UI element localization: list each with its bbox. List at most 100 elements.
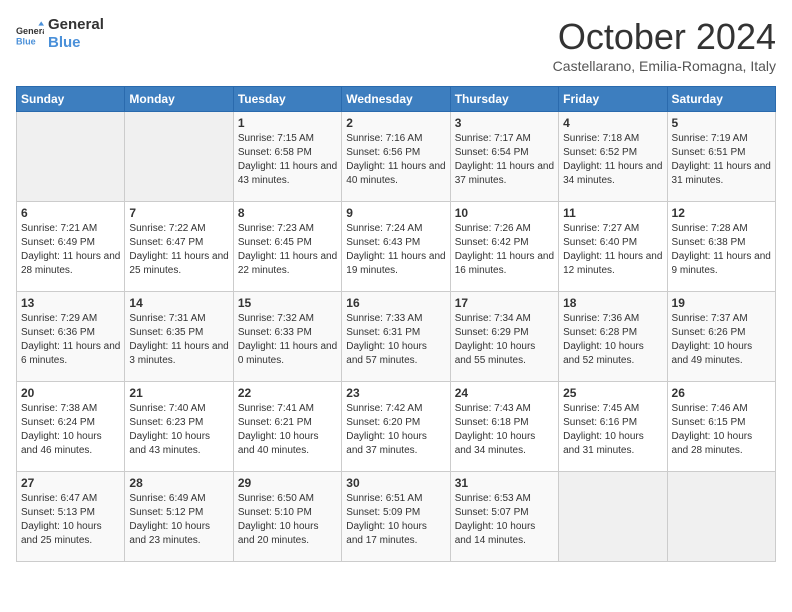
week-row-2: 6Sunrise: 7:21 AM Sunset: 6:49 PM Daylig… (17, 202, 776, 292)
header-monday: Monday (125, 87, 233, 112)
calendar-cell: 6Sunrise: 7:21 AM Sunset: 6:49 PM Daylig… (17, 202, 125, 292)
calendar-cell: 11 Sunrise: 7:27 AM Sunset: 6:40 PM Dayli… (559, 202, 667, 292)
day-number: 27 (21, 476, 120, 490)
calendar-cell: 23 Sunrise: 7:42 AM Sunset: 6:20 PM Dayli… (342, 382, 450, 472)
day-number: 5 (672, 116, 771, 130)
page-header: General Blue General Blue October 2024 C… (16, 16, 776, 74)
calendar-cell: 26 Sunrise: 7:46 AM Sunset: 6:15 PM Dayli… (667, 382, 775, 472)
calendar-cell: 12 Sunrise: 7:28 AM Sunset: 6:38 PM Dayli… (667, 202, 775, 292)
day-info: Sunrise: 7:46 AM Sunset: 6:15 PM Dayligh… (672, 402, 771, 458)
day-number: 19 (672, 296, 771, 310)
day-info: Sunrise: 7:16 AM Sunset: 6:56 PM Dayligh… (346, 132, 445, 188)
svg-text:Blue: Blue (16, 37, 36, 47)
day-number: 9 (346, 206, 445, 220)
day-info: Sunrise: 7:18 AM Sunset: 6:52 PM Dayligh… (563, 132, 662, 188)
calendar-cell: 25 Sunrise: 7:45 AM Sunset: 6:16 PM Dayli… (559, 382, 667, 472)
week-row-4: 20 Sunrise: 7:38 AM Sunset: 6:24 PM Dayli… (17, 382, 776, 472)
day-number: 23 (346, 386, 445, 400)
calendar-cell: 16 Sunrise: 7:33 AM Sunset: 6:31 PM Dayli… (342, 292, 450, 382)
day-number: 2 (346, 116, 445, 130)
day-info: Sunrise: 6:47 AM Sunset: 5:13 PM Dayligh… (21, 492, 120, 548)
day-info: Sunrise: 6:53 AM Sunset: 5:07 PM Dayligh… (455, 492, 554, 548)
week-row-3: 13 Sunrise: 7:29 AM Sunset: 6:36 PM Dayli… (17, 292, 776, 382)
day-info: Sunrise: 6:50 AM Sunset: 5:10 PM Dayligh… (238, 492, 337, 548)
day-number: 1 (238, 116, 337, 130)
day-number: 17 (455, 296, 554, 310)
calendar-table: SundayMondayTuesdayWednesdayThursdayFrid… (16, 86, 776, 562)
logo-icon: General Blue (16, 20, 44, 48)
day-number: 30 (346, 476, 445, 490)
day-number: 11 (563, 206, 662, 220)
day-info: Sunrise: 7:45 AM Sunset: 6:16 PM Dayligh… (563, 402, 662, 458)
day-info: Sunrise: 6:51 AM Sunset: 5:09 PM Dayligh… (346, 492, 445, 548)
day-number: 18 (563, 296, 662, 310)
day-number: 4 (563, 116, 662, 130)
week-row-1: 1 Sunrise: 7:15 AM Sunset: 6:58 PM Daylig… (17, 112, 776, 202)
day-number: 6 (21, 206, 120, 220)
day-info: Sunrise: 7:28 AM Sunset: 6:38 PM Dayligh… (672, 222, 771, 278)
calendar-cell: 31 Sunrise: 6:53 AM Sunset: 5:07 PM Dayli… (450, 472, 558, 562)
day-info: Sunrise: 7:19 AM Sunset: 6:51 PM Dayligh… (672, 132, 771, 188)
calendar-header-row: SundayMondayTuesdayWednesdayThursdayFrid… (17, 87, 776, 112)
calendar-cell: 27 Sunrise: 6:47 AM Sunset: 5:13 PM Dayli… (17, 472, 125, 562)
calendar-cell: 13 Sunrise: 7:29 AM Sunset: 6:36 PM Dayli… (17, 292, 125, 382)
day-number: 25 (563, 386, 662, 400)
day-info: Sunrise: 7:38 AM Sunset: 6:24 PM Dayligh… (21, 402, 120, 458)
day-number: 22 (238, 386, 337, 400)
title-block: October 2024 Castellarano, Emilia-Romagn… (553, 16, 776, 74)
calendar-cell: 7 Sunrise: 7:22 AM Sunset: 6:47 PM Daylig… (125, 202, 233, 292)
day-number: 21 (129, 386, 228, 400)
day-info: Sunrise: 7:43 AM Sunset: 6:18 PM Dayligh… (455, 402, 554, 458)
header-wednesday: Wednesday (342, 87, 450, 112)
day-number: 26 (672, 386, 771, 400)
day-info: Sunrise: 7:29 AM Sunset: 6:36 PM Dayligh… (21, 312, 120, 368)
calendar-cell: 24Sunrise: 7:43 AM Sunset: 6:18 PM Dayli… (450, 382, 558, 472)
day-info: Sunrise: 7:26 AM Sunset: 6:42 PM Dayligh… (455, 222, 554, 278)
location: Castellarano, Emilia-Romagna, Italy (553, 58, 776, 74)
calendar-cell: 14Sunrise: 7:31 AM Sunset: 6:35 PM Dayli… (125, 292, 233, 382)
calendar-cell: 15 Sunrise: 7:32 AM Sunset: 6:33 PM Dayli… (233, 292, 341, 382)
day-info: Sunrise: 7:40 AM Sunset: 6:23 PM Dayligh… (129, 402, 228, 458)
calendar-cell: 2 Sunrise: 7:16 AM Sunset: 6:56 PM Daylig… (342, 112, 450, 202)
day-number: 31 (455, 476, 554, 490)
calendar-cell: 8Sunrise: 7:23 AM Sunset: 6:45 PM Daylig… (233, 202, 341, 292)
day-number: 12 (672, 206, 771, 220)
day-number: 13 (21, 296, 120, 310)
calendar-cell: 21 Sunrise: 7:40 AM Sunset: 6:23 PM Dayli… (125, 382, 233, 472)
header-saturday: Saturday (667, 87, 775, 112)
day-info: Sunrise: 6:49 AM Sunset: 5:12 PM Dayligh… (129, 492, 228, 548)
day-info: Sunrise: 7:42 AM Sunset: 6:20 PM Dayligh… (346, 402, 445, 458)
calendar-cell: 10 Sunrise: 7:26 AM Sunset: 6:42 PM Dayli… (450, 202, 558, 292)
logo-blue: Blue (48, 34, 104, 52)
day-number: 16 (346, 296, 445, 310)
calendar-cell: 22 Sunrise: 7:41 AM Sunset: 6:21 PM Dayli… (233, 382, 341, 472)
day-info: Sunrise: 7:27 AM Sunset: 6:40 PM Dayligh… (563, 222, 662, 278)
day-info: Sunrise: 7:41 AM Sunset: 6:21 PM Dayligh… (238, 402, 337, 458)
calendar-cell (17, 112, 125, 202)
day-number: 29 (238, 476, 337, 490)
day-info: Sunrise: 7:33 AM Sunset: 6:31 PM Dayligh… (346, 312, 445, 368)
calendar-cell: 9Sunrise: 7:24 AM Sunset: 6:43 PM Daylig… (342, 202, 450, 292)
calendar-cell: 5 Sunrise: 7:19 AM Sunset: 6:51 PM Daylig… (667, 112, 775, 202)
day-info: Sunrise: 7:15 AM Sunset: 6:58 PM Dayligh… (238, 132, 337, 188)
calendar-cell: 29 Sunrise: 6:50 AM Sunset: 5:10 PM Dayli… (233, 472, 341, 562)
day-info: Sunrise: 7:32 AM Sunset: 6:33 PM Dayligh… (238, 312, 337, 368)
day-number: 20 (21, 386, 120, 400)
calendar-cell: 30 Sunrise: 6:51 AM Sunset: 5:09 PM Dayli… (342, 472, 450, 562)
calendar-cell (125, 112, 233, 202)
calendar-cell: 17Sunrise: 7:34 AM Sunset: 6:29 PM Dayli… (450, 292, 558, 382)
header-tuesday: Tuesday (233, 87, 341, 112)
day-info: Sunrise: 7:17 AM Sunset: 6:54 PM Dayligh… (455, 132, 554, 188)
day-number: 3 (455, 116, 554, 130)
week-row-5: 27 Sunrise: 6:47 AM Sunset: 5:13 PM Dayli… (17, 472, 776, 562)
day-number: 28 (129, 476, 228, 490)
calendar-cell (559, 472, 667, 562)
svg-text:General: General (16, 26, 44, 36)
day-info: Sunrise: 7:31 AM Sunset: 6:35 PM Dayligh… (129, 312, 228, 368)
day-number: 10 (455, 206, 554, 220)
day-number: 7 (129, 206, 228, 220)
day-number: 15 (238, 296, 337, 310)
calendar-cell (667, 472, 775, 562)
header-thursday: Thursday (450, 87, 558, 112)
day-info: Sunrise: 7:22 AM Sunset: 6:47 PM Dayligh… (129, 222, 228, 278)
